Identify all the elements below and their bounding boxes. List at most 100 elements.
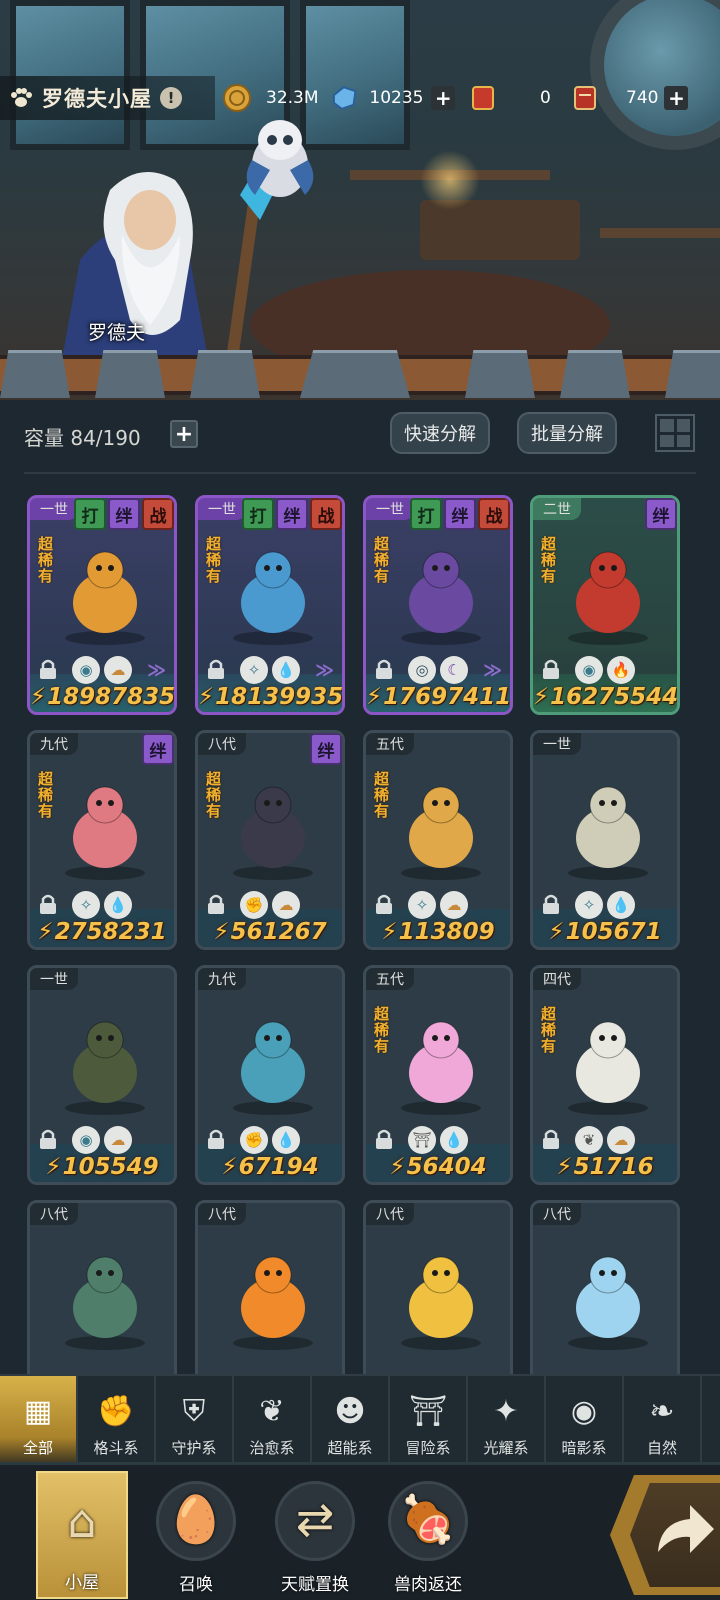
power-value: 18987835 <box>47 684 176 710</box>
power-icon: ⚡ <box>389 1154 406 1180</box>
monster-sprite <box>233 1256 313 1350</box>
power-value: 17697411 <box>383 684 512 710</box>
category-tab[interactable]: ⛩ 冒险系 <box>390 1376 468 1462</box>
add-crystal-button[interactable]: + <box>431 86 455 110</box>
trait-icons: ◉ ☁ <box>72 1126 132 1154</box>
lock-icon[interactable] <box>38 658 58 680</box>
monster-card[interactable]: 一世 ◉ ☁ ⚡105549 <box>27 965 177 1185</box>
info-icon[interactable]: ! <box>160 87 182 109</box>
skill-tags: 绊 <box>308 733 342 765</box>
monster-card[interactable]: 一世打绊战超稀有 ◎ ☾ ≫ ⚡17697411 <box>363 495 513 715</box>
trait-icons: ◎ ☾ <box>408 656 468 684</box>
power-icon: ⚡ <box>548 919 565 945</box>
resource-gold: 32.3M <box>222 80 322 116</box>
trait-icons: ✧ ☁ <box>408 891 468 919</box>
water-drop-icon: 💧 <box>440 1126 468 1154</box>
bond-tag: 绊 <box>310 733 342 765</box>
category-tab[interactable]: ⛨ 守护系 <box>156 1376 234 1462</box>
generation-badge: 九代 <box>30 733 78 755</box>
trait-icons: ◉ ☁ <box>72 656 132 684</box>
category-tab[interactable]: ❦ 治愈系 <box>234 1376 312 1462</box>
lock-icon[interactable] <box>206 658 226 680</box>
hut-scene-background: 罗德夫 <box>0 0 720 400</box>
monster-card[interactable]: 一世 ✧ 💧 ⚡105671 <box>530 730 680 950</box>
rail-block <box>300 350 410 398</box>
monster-card[interactable]: 八代绊超稀有 ✊ ☁ ⚡561267 <box>195 730 345 950</box>
power-value: 2758231 <box>54 919 167 945</box>
earth-cloud-icon: ☁ <box>104 1126 132 1154</box>
category-tab[interactable]: ✦ 光耀系 <box>468 1376 546 1462</box>
combat-power: ⚡51716 <box>533 1154 677 1180</box>
hut-icon: ⌂ <box>67 1494 97 1548</box>
category-tab[interactable]: ❧ 自然 <box>624 1376 702 1462</box>
monster-card[interactable]: 九代绊超稀有 ✧ 💧 ⚡2758231 <box>27 730 177 950</box>
lock-icon[interactable] <box>374 1128 394 1150</box>
monster-sprite <box>401 1256 481 1350</box>
quick-decompose-button[interactable]: 快速分解 <box>390 412 490 454</box>
lock-icon[interactable] <box>541 658 561 680</box>
lock-icon[interactable] <box>541 893 561 915</box>
generation-badge: 四代 <box>533 968 581 990</box>
nav-egg[interactable]: 🥚 召唤 <box>150 1471 242 1599</box>
batch-decompose-button[interactable]: 批量分解 <box>517 412 617 454</box>
earth-cloud-icon: ☁ <box>440 891 468 919</box>
monster-card[interactable]: 一世打绊战超稀有 ✧ 💧 ≫ ⚡18139935 <box>195 495 345 715</box>
eye-orb-icon: ◉ <box>72 656 100 684</box>
grid-cell <box>676 419 690 432</box>
element-category-tabs: ▦ 全部 ✊ 格斗系 ⛨ 守护系 ❦ 治愈系 ☻ 超能系 ⛩ 冒险系 ✦ 光耀系 ◉ 暗影系 ❧ 自然 <box>0 1374 720 1462</box>
nav-hut[interactable]: ⌂ 小屋 <box>36 1471 128 1599</box>
grid-cell <box>676 434 690 447</box>
skill-tags: 绊 <box>643 498 677 530</box>
monster-sprite <box>568 551 648 645</box>
generation-badge: 八代 <box>366 1203 414 1225</box>
nav-label: 召唤 <box>179 1575 213 1595</box>
lock-icon[interactable] <box>541 1128 561 1150</box>
monster-card[interactable]: 五代 超稀有 ✧ ☁ ⚡113809 <box>363 730 513 950</box>
generation-badge: 八代 <box>533 1203 581 1225</box>
nav-meat[interactable]: 🍖 兽肉返还 <box>378 1471 478 1599</box>
monster-card[interactable]: 一世打绊战超稀有 ◉ ☁ ≫ ⚡18987835 <box>27 495 177 715</box>
water-drop-icon: 💧 <box>272 1126 300 1154</box>
lock-icon[interactable] <box>206 893 226 915</box>
bond-tag: 绊 <box>444 498 476 530</box>
water-drop-icon: 💧 <box>104 891 132 919</box>
monster-storage-screen: 罗德夫 罗德夫小屋 ! 32.3M 10235 + 0 740 + 容量 84/… <box>0 0 720 1600</box>
monster-sprite <box>401 551 481 645</box>
monster-card[interactable]: 五代 超稀有 ⛩ 💧 ⚡56404 <box>363 965 513 1185</box>
expand-capacity-button[interactable]: + <box>170 420 198 448</box>
monster-card[interactable]: 二世绊超稀有 ◉ 🔥 ⚡16275544 <box>530 495 680 715</box>
add-scroll-button[interactable]: + <box>664 86 689 110</box>
category-tab[interactable]: ◉ 暗影系 <box>546 1376 624 1462</box>
next-arrow-button[interactable] <box>610 1475 720 1595</box>
monster-sprite <box>233 786 313 880</box>
eye-orb-icon: ◉ <box>575 656 603 684</box>
lock-icon[interactable] <box>206 1128 226 1150</box>
rank-chevron-icon: ≫ <box>147 660 166 681</box>
power-icon: ⚡ <box>556 1154 573 1180</box>
war-tag: 战 <box>478 498 510 530</box>
nav-label: 兽肉返还 <box>394 1575 462 1595</box>
bond-tag: 绊 <box>142 733 174 765</box>
nature-leaf-icon: ❧ <box>649 1393 675 1429</box>
meat-icon: 🍖 <box>399 1491 457 1546</box>
generation-badge: 八代 <box>30 1203 78 1225</box>
category-tab[interactable]: ✊ 格斗系 <box>78 1376 156 1462</box>
monster-sprite <box>65 1256 145 1350</box>
monster-card[interactable]: 四代 超稀有 ❦ ☁ ⚡51716 <box>530 965 680 1185</box>
grid-view-toggle[interactable] <box>655 414 695 452</box>
monster-card[interactable]: 九代 ✊ 💧 ⚡67194 <box>195 965 345 1185</box>
lock-icon[interactable] <box>38 1128 58 1150</box>
rail-block <box>465 350 535 398</box>
category-tab[interactable]: ▦ 全部 <box>0 1376 78 1462</box>
trait-icons: ✧ 💧 <box>240 656 300 684</box>
power-value: 56404 <box>406 1154 487 1180</box>
lock-icon[interactable] <box>374 893 394 915</box>
generation-badge: 九代 <box>198 968 246 990</box>
trait-icons: ◉ 🔥 <box>575 656 635 684</box>
lock-icon[interactable] <box>38 893 58 915</box>
power-icon: ⚡ <box>221 1154 238 1180</box>
shrine-icon: ⛩ <box>408 1393 448 1429</box>
category-tab[interactable]: ☻ 超能系 <box>312 1376 390 1462</box>
nav-swap-arrows[interactable]: ⇄ 天赋置换 <box>265 1471 365 1599</box>
lock-icon[interactable] <box>374 658 394 680</box>
